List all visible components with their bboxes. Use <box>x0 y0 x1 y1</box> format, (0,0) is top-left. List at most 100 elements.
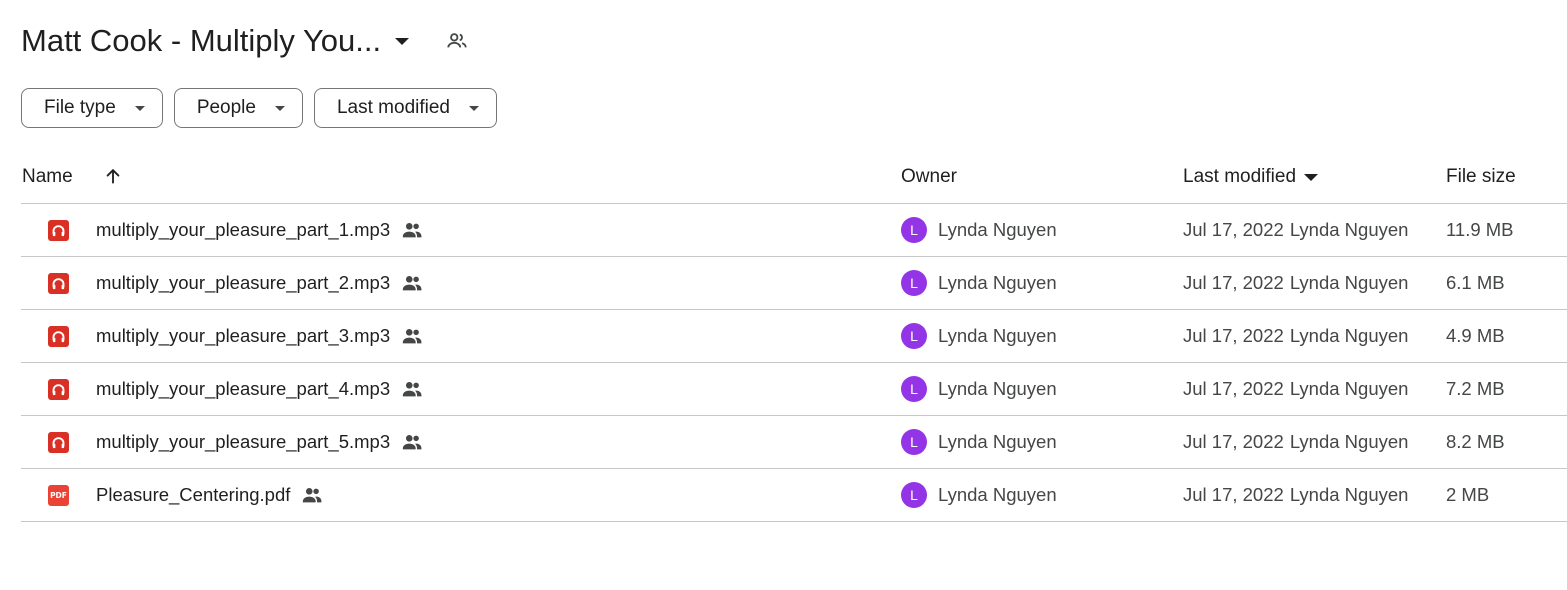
file-size-cell: 7.2 MB <box>1446 378 1505 399</box>
file-type-cell <box>48 257 70 309</box>
caret-down-icon <box>274 105 285 111</box>
table-row[interactable]: multiply_your_pleasure_part_3.mp3 L Lynd… <box>21 310 1567 363</box>
modified-by: Lynda Nguyen <box>1289 431 1409 452</box>
last-modified-filter-chip[interactable]: Last modified <box>313 88 497 128</box>
caret-down-icon <box>134 105 145 111</box>
last-modified-cell: Jul 17, 2022 Lynda Nguyen <box>1183 416 1408 468</box>
modified-by: Lynda Nguyen <box>1289 325 1409 346</box>
shared-icon <box>300 483 324 507</box>
file-name-cell: multiply_your_pleasure_part_2.mp3 <box>96 257 424 309</box>
shared-icon <box>400 218 424 242</box>
folder-title-button[interactable]: Matt Cook - Multiply You... <box>21 23 410 59</box>
owner-cell: L Lynda Nguyen <box>901 310 1057 362</box>
audio-file-icon <box>48 272 69 294</box>
shared-icon <box>400 324 424 348</box>
file-size-cell: 8.2 MB <box>1446 431 1505 452</box>
last-modified-column-header[interactable]: Last modified <box>1183 166 1319 188</box>
modified-date: Jul 17, 2022 <box>1183 219 1284 240</box>
owner-name: Lynda Nguyen <box>938 325 1057 346</box>
arrow-up-icon[interactable] <box>101 164 125 188</box>
pdf-file-icon: PDF <box>48 484 69 506</box>
file-name: multiply_your_pleasure_part_4.mp3 <box>96 378 391 399</box>
audio-file-icon <box>48 431 69 453</box>
owner-name: Lynda Nguyen <box>938 219 1057 240</box>
avatar: L <box>901 376 927 402</box>
file-name: multiply_your_pleasure_part_5.mp3 <box>96 431 391 452</box>
owner-cell: L Lynda Nguyen <box>901 469 1057 521</box>
caret-down-icon <box>1304 173 1319 181</box>
file-size-cell: 4.9 MB <box>1446 325 1505 346</box>
file-size-cell: 2 MB <box>1446 484 1490 505</box>
owner-name: Lynda Nguyen <box>938 431 1057 452</box>
shared-folder-icon[interactable] <box>445 29 469 53</box>
table-row[interactable]: multiply_your_pleasure_part_1.mp3 L Lynd… <box>21 204 1567 257</box>
last-modified-cell: Jul 17, 2022 Lynda Nguyen <box>1183 363 1408 415</box>
chip-label: Last modified <box>336 97 450 118</box>
table-row[interactable]: multiply_your_pleasure_part_2.mp3 L Lynd… <box>21 257 1567 310</box>
audio-file-icon <box>48 325 69 347</box>
file-name-cell: multiply_your_pleasure_part_1.mp3 <box>96 204 424 256</box>
last-modified-cell: Jul 17, 2022 Lynda Nguyen <box>1183 469 1408 521</box>
avatar: L <box>901 217 927 243</box>
table-row[interactable]: multiply_your_pleasure_part_4.mp3 L Lynd… <box>21 363 1567 416</box>
column-header-label: Last modified <box>1183 166 1297 187</box>
name-column-header[interactable]: Name <box>22 166 73 188</box>
file-name-cell: multiply_your_pleasure_part_4.mp3 <box>96 363 424 415</box>
avatar: L <box>901 482 927 508</box>
file-name: Pleasure_Centering.pdf <box>96 484 291 505</box>
file-name: multiply_your_pleasure_part_2.mp3 <box>96 272 391 293</box>
shared-icon <box>400 271 424 295</box>
owner-cell: L Lynda Nguyen <box>901 363 1057 415</box>
file-list-table: Name Owner Last modified File size multi… <box>21 150 1567 522</box>
shared-icon <box>400 430 424 454</box>
file-name-cell: multiply_your_pleasure_part_3.mp3 <box>96 310 424 362</box>
modified-by: Lynda Nguyen <box>1289 219 1409 240</box>
avatar: L <box>901 323 927 349</box>
owner-cell: L Lynda Nguyen <box>901 204 1057 256</box>
table-header: Name Owner Last modified File size <box>21 150 1567 204</box>
owner-cell: L Lynda Nguyen <box>901 416 1057 468</box>
modified-date: Jul 17, 2022 <box>1183 484 1284 505</box>
file-size-column-header: File size <box>1446 166 1516 187</box>
file-type-cell <box>48 416 70 468</box>
file-size-cell: 11.9 MB <box>1446 219 1514 240</box>
modified-date: Jul 17, 2022 <box>1183 431 1284 452</box>
last-modified-cell: Jul 17, 2022 Lynda Nguyen <box>1183 204 1408 256</box>
table-row[interactable]: PDF Pleasure_Centering.pdf L Lynda Nguye… <box>21 469 1567 522</box>
file-type-cell <box>48 363 70 415</box>
file-name: multiply_your_pleasure_part_1.mp3 <box>96 219 391 240</box>
last-modified-cell: Jul 17, 2022 Lynda Nguyen <box>1183 257 1408 309</box>
modified-date: Jul 17, 2022 <box>1183 325 1284 346</box>
owner-name: Lynda Nguyen <box>938 272 1057 293</box>
modified-date: Jul 17, 2022 <box>1183 272 1284 293</box>
folder-title: Matt Cook - Multiply You... <box>21 23 382 58</box>
avatar: L <box>901 270 927 296</box>
last-modified-cell: Jul 17, 2022 Lynda Nguyen <box>1183 310 1408 362</box>
modified-by: Lynda Nguyen <box>1289 378 1409 399</box>
chip-label: File type <box>44 97 116 118</box>
file-name: multiply_your_pleasure_part_3.mp3 <box>96 325 391 346</box>
file-type-filter-chip[interactable]: File type <box>21 88 163 128</box>
avatar: L <box>901 429 927 455</box>
audio-file-icon <box>48 219 69 241</box>
table-row[interactable]: multiply_your_pleasure_part_5.mp3 L Lynd… <box>21 416 1567 469</box>
people-filter-chip[interactable]: People <box>173 88 303 128</box>
file-type-cell <box>48 310 70 362</box>
caret-down-icon <box>395 37 410 45</box>
file-name-cell: Pleasure_Centering.pdf <box>96 469 324 521</box>
caret-down-icon <box>469 105 479 111</box>
modified-by: Lynda Nguyen <box>1289 484 1409 505</box>
file-type-cell: PDF <box>48 469 70 521</box>
file-size-cell: 6.1 MB <box>1446 272 1505 293</box>
title-row: Matt Cook - Multiply You... <box>21 20 469 62</box>
owner-cell: L Lynda Nguyen <box>901 257 1057 309</box>
chip-label: People <box>196 97 256 118</box>
file-name-cell: multiply_your_pleasure_part_5.mp3 <box>96 416 424 468</box>
modified-by: Lynda Nguyen <box>1289 272 1409 293</box>
table-body: multiply_your_pleasure_part_1.mp3 L Lynd… <box>21 204 1567 522</box>
owner-name: Lynda Nguyen <box>938 378 1057 399</box>
shared-icon <box>400 377 424 401</box>
owner-name: Lynda Nguyen <box>938 484 1057 505</box>
drive-folder-view: Matt Cook - Multiply You... File type Pe… <box>0 0 1567 590</box>
file-type-cell <box>48 204 70 256</box>
